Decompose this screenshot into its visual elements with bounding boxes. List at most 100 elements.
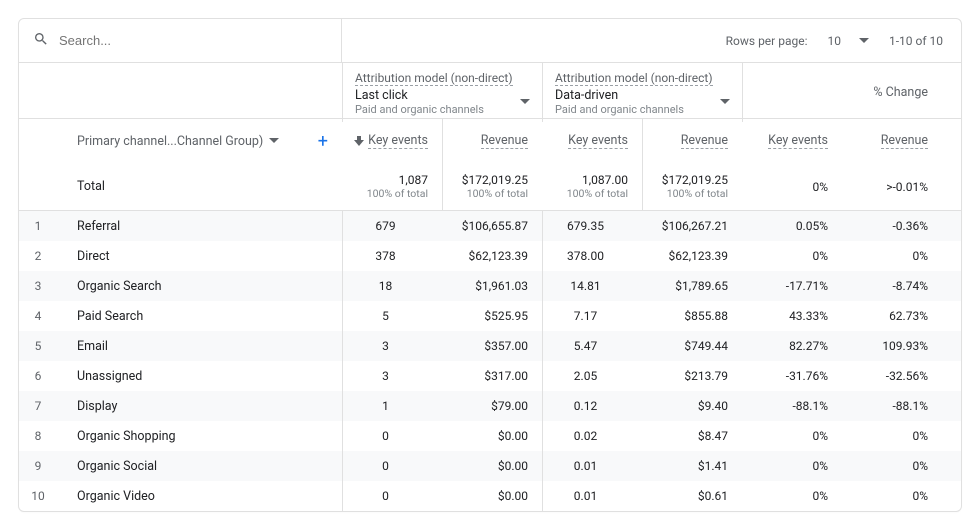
model-b-desc: Paid and organic channels — [555, 103, 684, 116]
b-key-events: 0.01 — [542, 481, 642, 511]
b-revenue: $1,789.65 — [642, 279, 742, 293]
chevron-down-icon — [520, 97, 530, 107]
a-key-events: 3 — [342, 331, 442, 361]
model-a-title: Attribution model (non-direct) — [355, 71, 513, 86]
row-index: 1 — [19, 219, 57, 233]
c-revenue: 62.73% — [842, 309, 942, 323]
row-index: 9 — [19, 459, 57, 473]
rows-per-page-select[interactable]: 10 — [821, 30, 875, 52]
a-revenue: $525.95 — [442, 309, 542, 323]
a-revenue: $357.00 — [442, 339, 542, 353]
model-header-row: Attribution model (non-direct) Last clic… — [19, 63, 961, 119]
table-row[interactable]: 8Organic Shopping0$0.000.02$8.470%0% — [19, 421, 961, 451]
c-revenue: 0% — [842, 249, 942, 263]
a-key-events: 5 — [342, 301, 442, 331]
b-key-events: 7.17 — [542, 301, 642, 331]
report-panel: Rows per page: 10 1-10 of 10 Attribution… — [18, 18, 962, 512]
a-revenue: $317.00 — [442, 369, 542, 383]
channel-name: Organic Social — [57, 459, 342, 474]
c-key-events: 0% — [742, 489, 842, 503]
b-revenue: $1.41 — [642, 459, 742, 473]
model-a-desc: Paid and organic channels — [355, 103, 484, 116]
channel-name: Organic Video — [57, 489, 342, 504]
c-revenue: -8.74% — [842, 279, 942, 293]
a-key-events: 3 — [342, 361, 442, 391]
total-c-rev: >-0.01% — [886, 180, 928, 194]
total-b-key: 1,087.00 — [582, 173, 628, 187]
topbar: Rows per page: 10 1-10 of 10 — [19, 19, 961, 63]
b-revenue: $8.47 — [642, 429, 742, 443]
table-row[interactable]: 10Organic Video0$0.000.01$0.610%0% — [19, 481, 961, 511]
a-key-events: 0 — [342, 451, 442, 481]
channel-name: Organic Search — [57, 279, 342, 294]
dimension-header: Primary channel...Channel Group) + — [19, 119, 342, 163]
channel-name: Paid Search — [57, 309, 342, 324]
model-b-name: Data-driven — [555, 88, 684, 103]
channel-name: Display — [57, 399, 342, 414]
b-revenue: $855.88 — [642, 309, 742, 323]
c-revenue: 0% — [842, 489, 942, 503]
b-revenue: $9.40 — [642, 399, 742, 413]
total-c-key: 0% — [812, 180, 828, 194]
add-dimension-button[interactable]: + — [318, 131, 328, 152]
col-a-revenue[interactable]: Revenue — [442, 119, 542, 163]
b-key-events: 679.35 — [542, 211, 642, 241]
search-wrap — [19, 19, 342, 62]
a-revenue: $62,123.39 — [442, 249, 542, 263]
c-revenue: -0.36% — [842, 219, 942, 233]
model-b-title: Attribution model (non-direct) — [555, 71, 713, 86]
c-key-events: -88.1% — [742, 399, 842, 413]
row-index: 8 — [19, 429, 57, 443]
dimension-picker[interactable]: Primary channel...Channel Group) — [77, 134, 279, 149]
table-row[interactable]: 2Direct378$62,123.39378.00$62,123.390%0% — [19, 241, 961, 271]
c-revenue: -88.1% — [842, 399, 942, 413]
b-key-events: 0.02 — [542, 421, 642, 451]
c-revenue: -32.56% — [842, 369, 942, 383]
col-b-key-events[interactable]: Key events — [542, 133, 642, 149]
b-revenue: $213.79 — [642, 369, 742, 383]
row-index: 7 — [19, 399, 57, 413]
table-row[interactable]: 9Organic Social0$0.000.01$1.410%0% — [19, 451, 961, 481]
pct-change-header: % Change — [742, 63, 942, 122]
a-key-events: 679 — [342, 211, 442, 241]
row-index: 6 — [19, 369, 57, 383]
a-key-events: 1 — [342, 391, 442, 421]
model-a-name: Last click — [355, 88, 484, 103]
c-key-events: 82.27% — [742, 339, 842, 353]
metric-header-row: Primary channel...Channel Group) + Key e… — [19, 119, 961, 163]
b-key-events: 0.12 — [542, 391, 642, 421]
table-row[interactable]: 1Referral679$106,655.87679.35$106,267.21… — [19, 211, 961, 241]
a-key-events: 378 — [342, 241, 442, 271]
c-revenue: 0% — [842, 459, 942, 473]
chevron-down-icon — [269, 136, 279, 146]
table-row[interactable]: 6Unassigned3$317.002.05$213.79-31.76%-32… — [19, 361, 961, 391]
col-c-key-events[interactable]: Key events — [742, 133, 842, 149]
a-key-events: 18 — [342, 271, 442, 301]
model-segment-a[interactable]: Attribution model (non-direct) Last clic… — [342, 63, 542, 122]
row-index: 3 — [19, 279, 57, 293]
col-a-key-events[interactable]: Key events — [342, 133, 442, 149]
c-revenue: 0% — [842, 429, 942, 443]
col-c-revenue[interactable]: Revenue — [842, 133, 942, 149]
row-index: 2 — [19, 249, 57, 263]
b-revenue: $0.61 — [642, 489, 742, 503]
page-range: 1-10 of 10 — [889, 34, 943, 48]
table-row[interactable]: 7Display1$79.000.12$9.40-88.1%-88.1% — [19, 391, 961, 421]
total-b-rev: $172,019.25 — [662, 173, 728, 187]
a-revenue: $106,655.87 — [442, 219, 542, 233]
c-key-events: 0% — [742, 429, 842, 443]
search-input[interactable] — [59, 33, 327, 48]
table-row[interactable]: 4Paid Search5$525.957.17$855.8843.33%62.… — [19, 301, 961, 331]
model-segment-b[interactable]: Attribution model (non-direct) Data-driv… — [542, 63, 742, 122]
c-key-events: -17.71% — [742, 279, 842, 293]
total-a-key: 1,087 — [399, 173, 428, 187]
table-row[interactable]: 3Organic Search18$1,961.0314.81$1,789.65… — [19, 271, 961, 301]
a-revenue: $0.00 — [442, 459, 542, 473]
col-b-revenue[interactable]: Revenue — [642, 119, 742, 163]
c-key-events: 0.05% — [742, 219, 842, 233]
rows-per-page-value: 10 — [827, 34, 841, 48]
table-row[interactable]: 5Email3$357.005.47$749.4482.27%109.93% — [19, 331, 961, 361]
b-revenue: $749.44 — [642, 339, 742, 353]
b-revenue: $62,123.39 — [642, 249, 742, 263]
c-key-events: 0% — [742, 459, 842, 473]
